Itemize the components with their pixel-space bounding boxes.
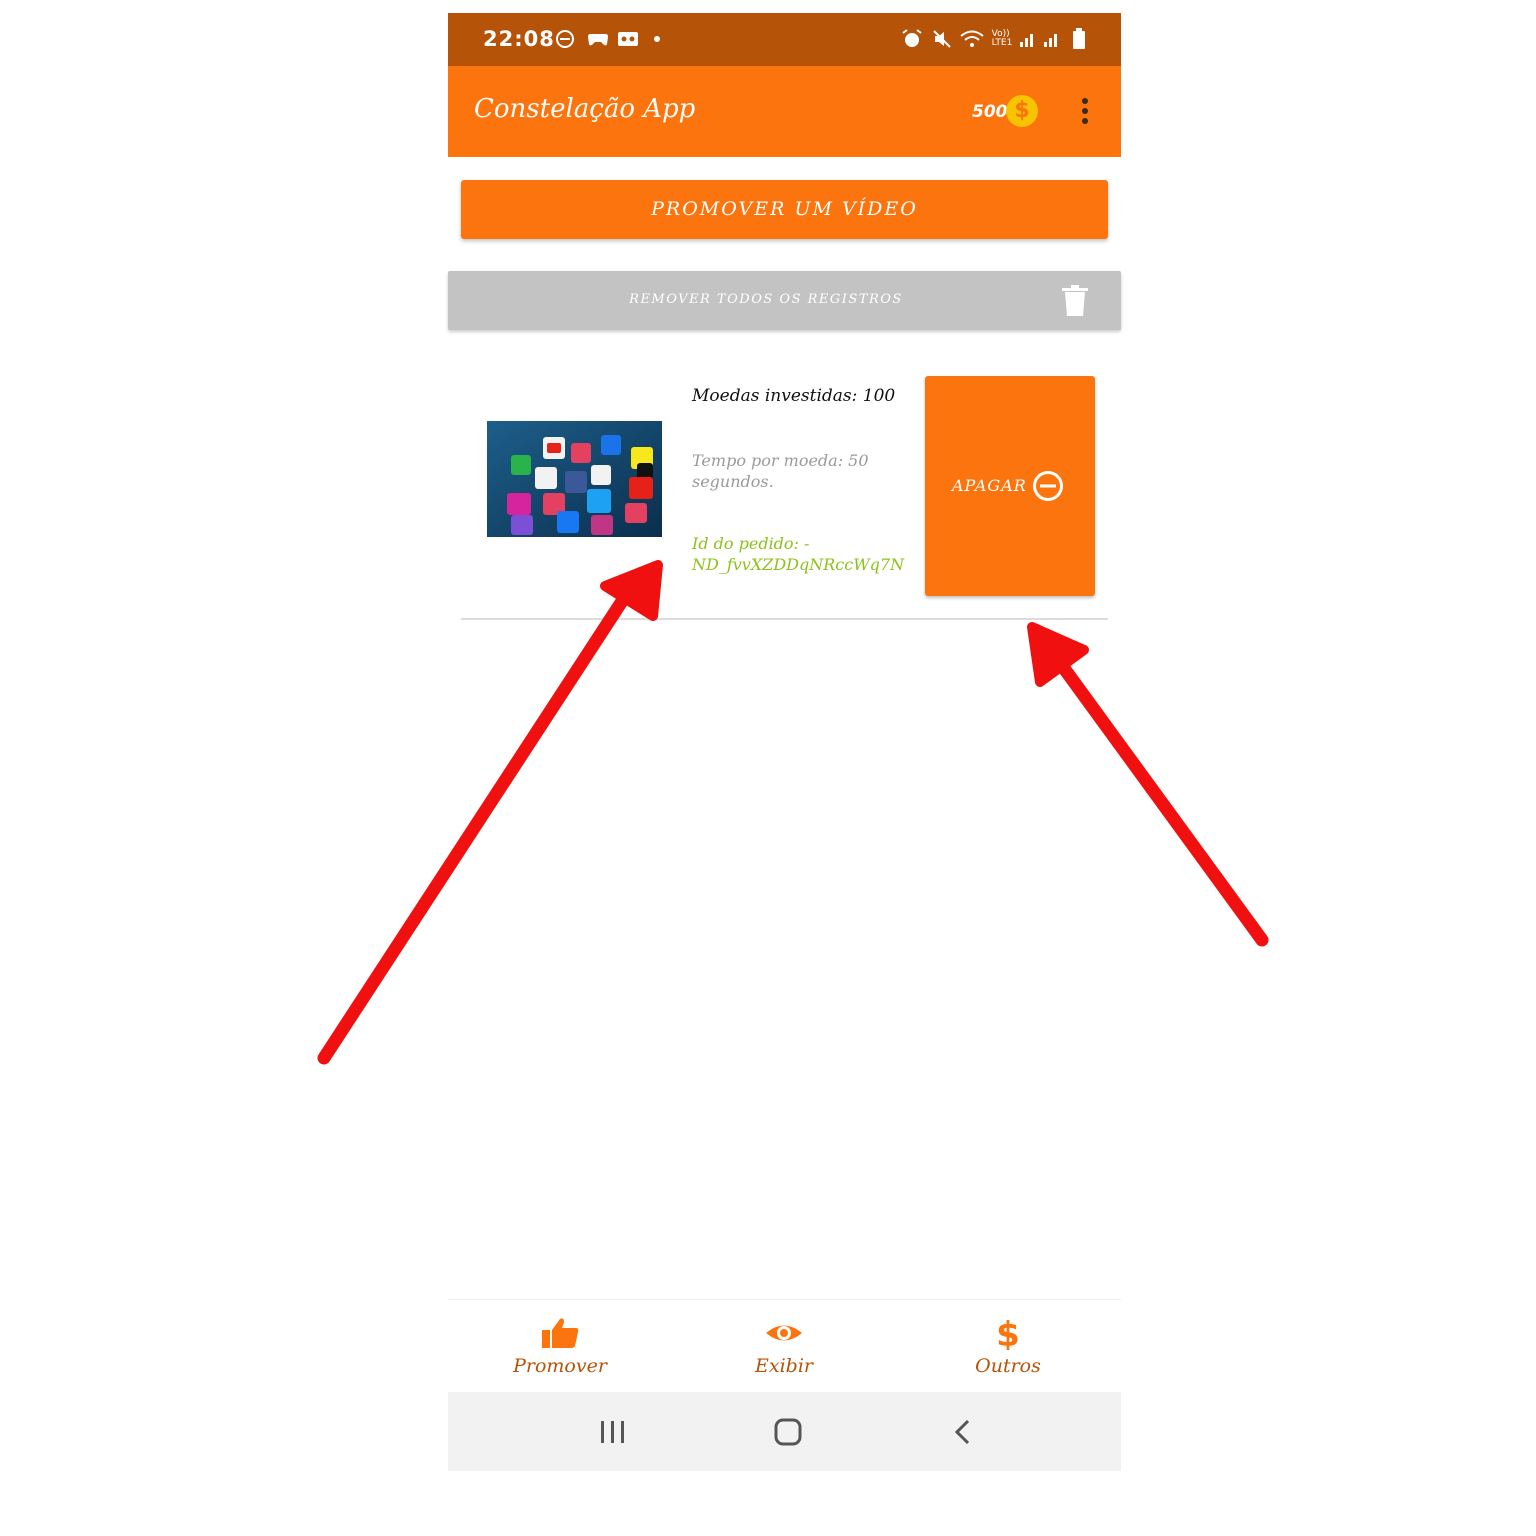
recent-apps-icon[interactable]	[592, 1412, 632, 1452]
wifi-icon	[958, 28, 986, 50]
back-icon[interactable]	[944, 1412, 984, 1452]
signal-icon-2	[1042, 28, 1062, 50]
overflow-menu-icon[interactable]	[1078, 98, 1092, 128]
signal-icon	[1018, 28, 1038, 50]
time-per-coin-text: Tempo por moeda: 50 segundos.	[692, 451, 869, 491]
do-not-disturb-icon	[554, 28, 576, 50]
coin-balance: 500	[972, 102, 1008, 122]
home-icon[interactable]	[768, 1412, 808, 1452]
record-card: Moedas investidas: 100 Tempo por moeda: …	[448, 373, 1121, 633]
voicemail-icon	[616, 28, 640, 50]
promote-video-button[interactable]: PROMOVER UM VÍDEO	[461, 180, 1108, 239]
nav-item-promover[interactable]: Promover	[448, 1300, 672, 1393]
remove-all-records-button[interactable]: REMOVER TODOS OS REGISTROS	[448, 271, 1121, 330]
alarm-icon	[900, 28, 924, 50]
status-bar: 22:08 Vo)) LTE1	[448, 13, 1121, 66]
delete-record-button[interactable]: APAGAR	[925, 376, 1095, 596]
nav-label-exibir: Exibir	[755, 1355, 813, 1377]
status-time: 22:08	[483, 27, 555, 51]
lte-label: Vo)) LTE1	[991, 29, 1013, 48]
remove-all-label: REMOVER TODOS OS REGISTROS	[629, 292, 903, 307]
system-navigation-bar	[448, 1392, 1121, 1471]
dollar-icon: $	[996, 1316, 1020, 1350]
thumbs-up-icon	[542, 1318, 579, 1348]
eye-icon	[766, 1325, 802, 1341]
order-id-text: Id do pedido: -ND_fvvXZDDqNRccWq7N	[692, 534, 905, 574]
delete-label: APAGAR	[952, 476, 1027, 495]
svg-text:$: $	[996, 1316, 1020, 1350]
nav-label-outros: Outros	[975, 1355, 1041, 1377]
notification-dot-icon	[652, 28, 662, 50]
app-bar: Constelação App 500 $	[448, 66, 1121, 157]
app-title: Constelação App	[474, 94, 696, 124]
game-controller-icon	[586, 28, 610, 50]
muted-icon	[930, 28, 954, 50]
record-divider	[461, 618, 1108, 620]
coins-invested-text: Moedas investidas: 100	[692, 386, 896, 406]
remove-circle-icon	[1033, 471, 1063, 501]
bottom-navigation: Promover Exibir $ Outros	[448, 1299, 1121, 1393]
nav-item-exibir[interactable]: Exibir	[672, 1300, 896, 1393]
nav-item-outros[interactable]: $ Outros	[896, 1300, 1120, 1393]
phone-screen: 22:08 Vo)) LTE1 Constelação App 500 $ PR…	[448, 13, 1121, 1471]
trash-icon	[1062, 285, 1088, 316]
video-thumbnail[interactable]	[487, 421, 662, 537]
battery-icon	[1070, 28, 1088, 50]
nav-label-promover: Promover	[513, 1355, 607, 1377]
coin-icon: $	[1006, 95, 1038, 127]
